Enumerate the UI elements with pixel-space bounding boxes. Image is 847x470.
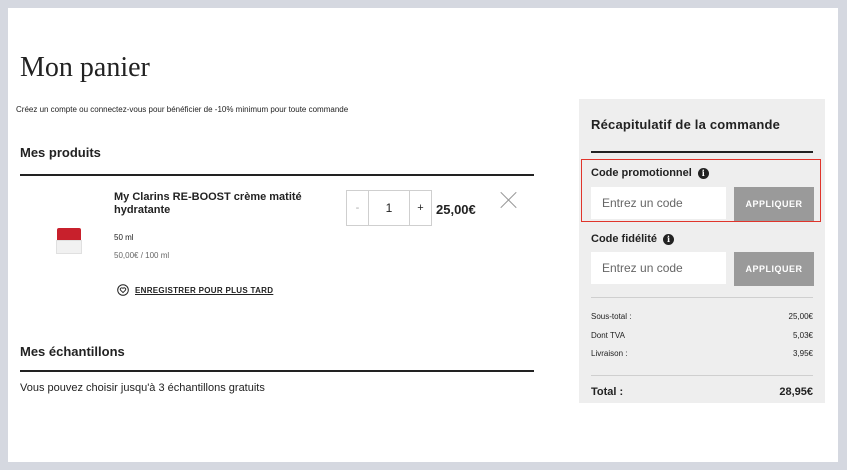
samples-heading: Mes échantillons — [20, 344, 125, 359]
product-image[interactable] — [56, 228, 82, 256]
product-price: 25,00€ — [436, 202, 476, 217]
quantity-increase-button[interactable]: + — [409, 191, 431, 225]
total-label: Total : — [591, 386, 624, 398]
summary-divider — [591, 151, 813, 153]
summary-title: Récapitulatif de la commande — [591, 117, 781, 132]
totals-divider — [591, 297, 813, 298]
subtotal-row: Sous-total : 25,00€ — [591, 312, 813, 321]
products-heading: Mes produits — [20, 145, 101, 160]
promo-code-highlight — [581, 159, 821, 222]
account-promo-text: Créez un compte ou connectez-vous pour b… — [16, 105, 349, 114]
total-row: Total : 28,95€ — [591, 386, 813, 398]
subtotal-value: 25,00€ — [788, 312, 813, 321]
heart-icon — [117, 284, 129, 296]
vat-value: 5,03€ — [792, 331, 813, 340]
total-value: 28,95€ — [779, 386, 813, 398]
shipping-row: Livraison : 3,95€ — [591, 349, 813, 358]
subtotal-label: Sous-total : — [591, 312, 632, 321]
shipping-value: 3,95€ — [792, 349, 813, 358]
vat-row: Dont TVA 5,03€ — [591, 331, 813, 340]
samples-info-text: Vous pouvez choisir jusqu'à 3 échantillo… — [20, 382, 265, 394]
info-icon[interactable]: i — [663, 233, 675, 245]
samples-divider — [20, 370, 534, 372]
product-size: 50 ml — [114, 233, 134, 242]
save-for-later-label: ENREGISTRER POUR PLUS TARD — [135, 285, 274, 295]
jar-lid — [57, 228, 81, 240]
products-divider — [20, 174, 534, 176]
save-for-later-link[interactable]: ENREGISTRER POUR PLUS TARD — [117, 284, 273, 296]
quantity-decrease-button[interactable]: - — [347, 191, 369, 225]
loyalty-apply-button[interactable]: APPLIQUER — [734, 252, 814, 286]
loyalty-code-input[interactable]: Entrez un code — [591, 252, 726, 284]
loyalty-code-label: Code fidélité — [591, 233, 658, 245]
product-unit-price: 50,00€ / 100 ml — [114, 251, 170, 260]
remove-item-icon[interactable] — [500, 191, 518, 209]
quantity-stepper[interactable]: - 1 + — [346, 190, 432, 226]
loyalty-code-label-row: Code fidélité i — [591, 233, 675, 245]
vat-label: Dont TVA — [591, 331, 625, 340]
shipping-label: Livraison : — [591, 349, 628, 358]
quantity-value[interactable]: 1 — [369, 191, 409, 225]
page-title: Mon panier — [20, 52, 150, 83]
jar-body — [56, 240, 82, 254]
order-summary-panel: Récapitulatif de la commande Code promot… — [579, 99, 825, 403]
product-name[interactable]: My Clarins RE-BOOST crème matité hydrata… — [114, 191, 329, 217]
total-divider — [591, 375, 813, 376]
